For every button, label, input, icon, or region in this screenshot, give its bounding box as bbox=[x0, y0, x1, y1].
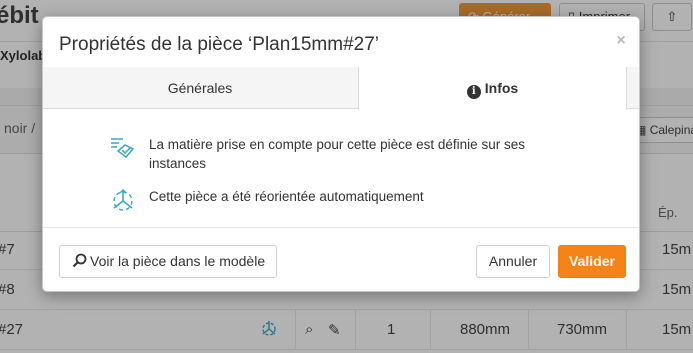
close-icon[interactable]: × bbox=[609, 29, 633, 53]
tab-infos[interactable]: i Infos bbox=[358, 67, 627, 110]
material-instance-icon bbox=[109, 135, 137, 161]
dialog-footer: Voir la pièce dans le modèle Annuler Val… bbox=[43, 227, 639, 291]
view-in-model-label: Voir la pièce dans le modèle bbox=[90, 253, 266, 269]
view-in-model-button[interactable]: Voir la pièce dans le modèle bbox=[59, 245, 277, 278]
auto-orient-icon bbox=[109, 187, 137, 213]
tab-bar: Générales i Infos bbox=[43, 67, 639, 110]
info-item-orientation: Cette pièce a été réorientée automatique… bbox=[109, 187, 549, 213]
info-text-orientation: Cette pièce a été réorientée automatique… bbox=[149, 189, 424, 204]
tab-general[interactable]: Générales bbox=[43, 67, 357, 109]
cancel-button[interactable]: Annuler bbox=[476, 245, 550, 278]
info-text-material: La matière prise en compte pour cette pi… bbox=[149, 137, 525, 171]
dialog-title: Propriétés de la pièce ‘Plan15mm#27’ bbox=[59, 34, 380, 55]
tab-infos-label: Infos bbox=[484, 80, 519, 96]
tab-general-label: Générales bbox=[167, 80, 233, 96]
info-icon: i bbox=[466, 85, 481, 99]
info-item-material: La matière prise en compte pour cette pi… bbox=[109, 135, 549, 173]
search-icon bbox=[72, 248, 87, 279]
piece-properties-dialog: Propriétés de la pièce ‘Plan15mm#27’ × G… bbox=[42, 16, 640, 292]
validate-button[interactable]: Valider bbox=[558, 245, 626, 278]
